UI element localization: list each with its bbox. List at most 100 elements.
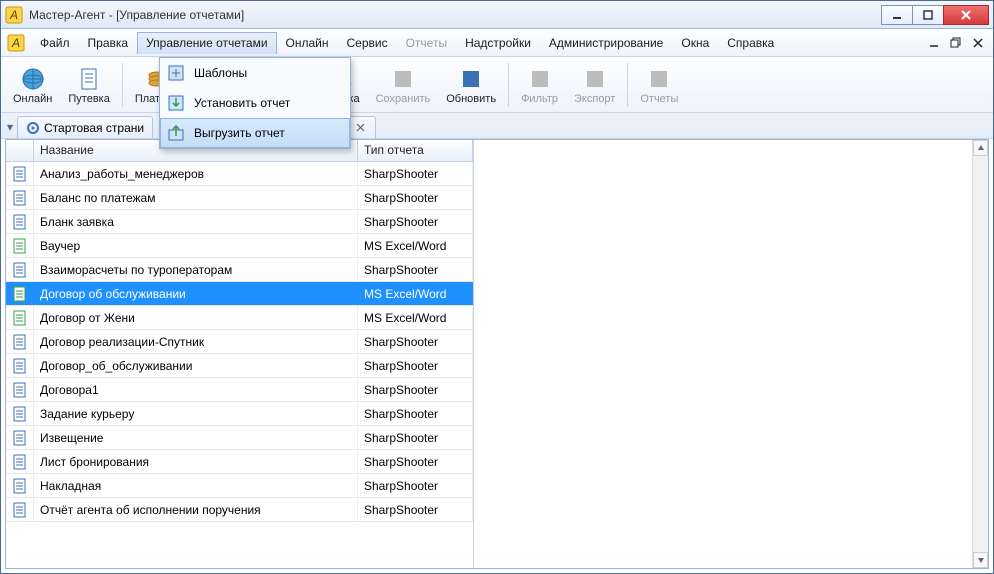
row-icon [6,330,34,353]
mdi-restore-button[interactable] [947,34,965,52]
filter-icon [526,65,554,93]
toolbar-онлайн[interactable]: Онлайн [5,59,60,111]
row-name: Договор реализации-Спутник [34,330,358,353]
row-type: SharpShooter [358,450,473,473]
menu-item-шаблоны[interactable]: Шаблоны [160,58,350,88]
table-row[interactable]: Договор реализации-СпутникSharpShooter [6,330,473,354]
menu-item-выгрузить-отчет[interactable]: Выгрузить отчет [160,118,350,148]
toolbar-обновить[interactable]: Обновить [438,59,504,111]
row-name: Бланк заявка [34,210,358,233]
table-row[interactable]: НакладнаяSharpShooter [6,474,473,498]
row-icon [6,234,34,257]
row-name: Договор от Жени [34,306,358,329]
column-header-type[interactable]: Тип отчета [358,140,473,161]
toolbar-отчеты: Отчеты [632,59,686,111]
toolbar-фильтр: Фильтр [513,59,566,111]
menu-справка[interactable]: Справка [718,32,783,54]
table-row[interactable]: Анализ_работы_менеджеровSharpShooter [6,162,473,186]
table-row[interactable]: Отчёт агента об исполнении порученияShar… [6,498,473,522]
template-icon [166,63,186,83]
table-row[interactable]: Баланс по платежамSharpShooter [6,186,473,210]
menu-окна[interactable]: Окна [672,32,718,54]
toolbar-separator [508,63,509,107]
row-type: SharpShooter [358,330,473,353]
menu-item-установить-отчет[interactable]: Установить отчет [160,88,350,118]
svg-text:A: A [11,36,20,50]
tab-close-icon[interactable] [353,121,367,135]
menu-онлайн[interactable]: Онлайн [277,32,338,54]
toolbar-separator [627,63,628,107]
row-type: SharpShooter [358,498,473,521]
minimize-button[interactable] [881,5,913,25]
window-buttons [882,5,989,25]
toolbar-label: Экспорт [574,93,615,105]
mdi-close-button[interactable] [969,34,987,52]
table-row[interactable]: ИзвещениеSharpShooter [6,426,473,450]
table-row[interactable]: Задание курьеруSharpShooter [6,402,473,426]
row-name: Договор_об_обслуживании [34,354,358,377]
tabstrip: ▾ Стартовая страни тчетами [1,113,993,139]
row-icon [6,306,34,329]
row-type: MS Excel/Word [358,306,473,329]
table-row[interactable]: Договор от ЖениMS Excel/Word [6,306,473,330]
toolbar-label: Сохранить [376,93,431,105]
row-icon [6,162,34,185]
tab-scroll-left-icon[interactable]: ▾ [3,116,17,138]
scroll-down-icon[interactable] [973,552,988,568]
table-row[interactable]: Взаиморасчеты по туроператорамSharpShoot… [6,258,473,282]
menu-администрирование[interactable]: Администрирование [540,32,672,54]
row-icon [6,210,34,233]
window-title: Мастер-Агент - [Управление отчетами] [29,8,882,22]
toolbar-сохранить: Сохранить [368,59,439,111]
scroll-up-icon[interactable] [973,140,988,156]
export-icon [581,65,609,93]
toolbar-label: Онлайн [13,93,52,105]
table-row[interactable]: Договора1SharpShooter [6,378,473,402]
tab-start-page[interactable]: Стартовая страни [17,116,153,138]
app-icon: A [5,6,23,24]
row-icon [6,426,34,449]
menu-надстройки[interactable]: Надстройки [456,32,540,54]
row-type: MS Excel/Word [358,234,473,257]
table-row[interactable]: Бланк заявкаSharpShooter [6,210,473,234]
row-icon [6,354,34,377]
maximize-button[interactable] [912,5,944,25]
toolbar-путевка[interactable]: Путевка [60,59,117,111]
row-name: Накладная [34,474,358,497]
row-icon [6,258,34,281]
row-name: Договор об обслуживании [34,282,358,305]
close-button[interactable] [943,5,989,25]
row-type: SharpShooter [358,354,473,377]
export-report-icon [166,123,186,143]
row-type: SharpShooter [358,426,473,449]
refresh-icon [457,65,485,93]
menu-item-label: Установить отчет [194,96,290,110]
toolbar-экспорт: Экспорт [566,59,623,111]
menu-item-label: Выгрузить отчет [194,126,285,140]
row-name: Задание курьеру [34,402,358,425]
row-type: SharpShooter [358,258,473,281]
menu-файл[interactable]: Файл [31,32,79,54]
row-type: SharpShooter [358,378,473,401]
mdi-minimize-button[interactable] [925,34,943,52]
document-icon [75,65,103,93]
scrollbar[interactable] [972,140,988,568]
toolbar-label: Путевка [68,93,109,105]
menu-сервис[interactable]: Сервис [338,32,397,54]
toolbar-label: Обновить [446,93,496,105]
menu-управление-отчетами[interactable]: Управление отчетами [137,32,276,54]
row-icon [6,498,34,521]
reports-menu-dropdown: Шаблоны Установить отчет Выгрузить отчет [159,57,351,149]
column-header-icon[interactable] [6,140,34,161]
grid-body: Анализ_работы_менеджеровSharpShooterБала… [6,162,473,568]
table-row[interactable]: Лист бронированияSharpShooter [6,450,473,474]
reports-icon [645,65,673,93]
table-row[interactable]: ВаучерMS Excel/Word [6,234,473,258]
table-row[interactable]: Договор_об_обслуживанииSharpShooter [6,354,473,378]
menu-правка[interactable]: Правка [79,32,138,54]
row-name: Договора1 [34,378,358,401]
row-name: Ваучер [34,234,358,257]
row-type: SharpShooter [358,162,473,185]
table-row[interactable]: Договор об обслуживанииMS Excel/Word [6,282,473,306]
menu-отчеты[interactable]: Отчеты [397,32,456,54]
